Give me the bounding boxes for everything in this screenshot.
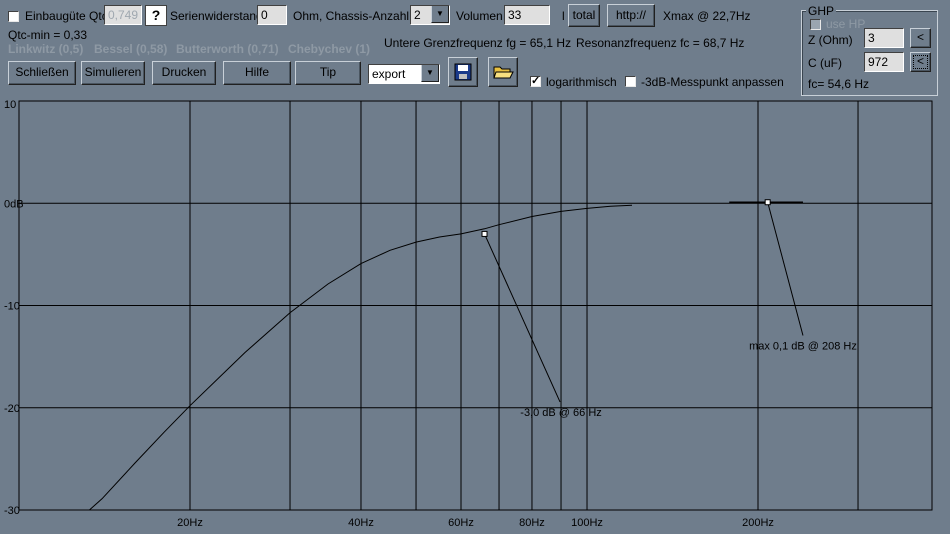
annotation-label: -3,0 dB @ 66 Hz	[520, 407, 601, 419]
annotation-marker	[481, 230, 488, 237]
annotation-leader	[484, 233, 561, 403]
y-tick-label: -20	[4, 403, 20, 415]
x-tick-label: 80Hz	[519, 517, 545, 529]
y-tick-label: 10	[4, 99, 16, 111]
frequency-response-chart: 10 0dB -10 -20 -30 20Hz 40Hz 60Hz 80Hz 100Hz 200Hz…	[4, 99, 933, 529]
y-tick-label: -30	[4, 505, 20, 517]
annotation-leader	[767, 202, 804, 336]
x-tick-label: 20Hz	[177, 517, 203, 529]
x-tick-label: 60Hz	[448, 517, 474, 529]
x-tick-label: 40Hz	[348, 517, 374, 529]
y-tick-label: -10	[4, 301, 20, 313]
annotation-label: max 0,1 dB @ 208 Hz	[749, 340, 857, 352]
annotation-marker	[764, 199, 771, 206]
y-tick-label: 0dB	[4, 198, 24, 210]
x-tick-label: 100Hz	[571, 517, 603, 529]
x-tick-label: 200Hz	[742, 517, 774, 529]
